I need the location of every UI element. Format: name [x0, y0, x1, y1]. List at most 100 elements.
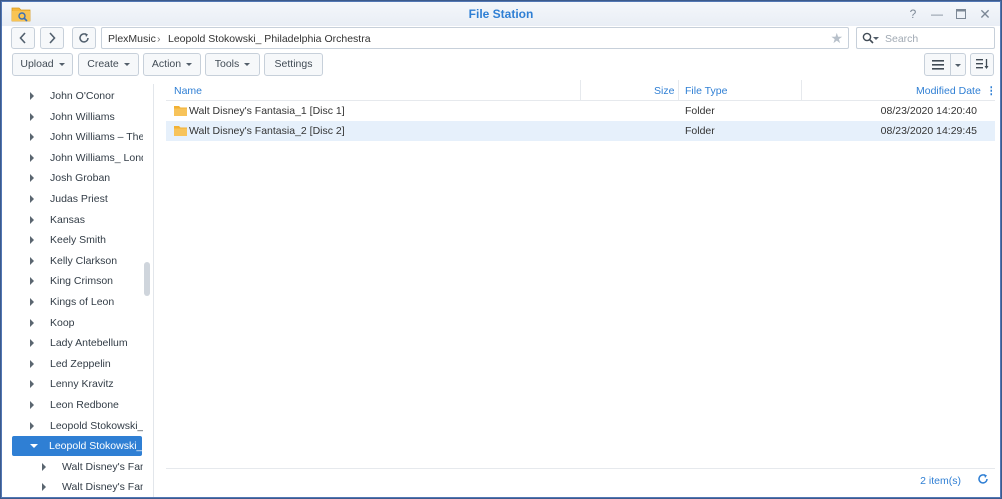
help-icon[interactable]: ? — [905, 6, 921, 22]
status-bar: 2 item(s) — [166, 468, 995, 492]
tree-item-label: John Williams_ Lond — [50, 151, 143, 164]
path-separator-icon: › — [157, 33, 161, 45]
tree-item[interactable]: Walt Disney's Fant — [2, 477, 143, 497]
expand-right-icon[interactable] — [30, 318, 34, 327]
expand-right-icon[interactable] — [30, 277, 34, 286]
expand-right-icon[interactable] — [30, 298, 34, 306]
star-icon[interactable]: ★ — [830, 30, 843, 47]
expand-right-icon[interactable] — [30, 256, 34, 265]
tree-item[interactable]: Walt Disney's Fant — [2, 457, 143, 477]
tree-item-label: John Williams — [50, 110, 115, 123]
search-input[interactable]: Search — [885, 33, 918, 45]
sidebar-scrollbar[interactable] — [144, 262, 150, 296]
minimize-icon[interactable]: — — [929, 6, 945, 22]
tree-item[interactable]: Leon Redbone — [2, 395, 143, 415]
search-box[interactable]: Search — [856, 27, 995, 49]
tree-item[interactable]: Judas Priest — [2, 189, 143, 209]
refresh-icon — [79, 33, 89, 43]
column-size[interactable]: Size — [654, 85, 674, 97]
tree-item-label: Koop — [50, 316, 75, 329]
expand-right-icon[interactable] — [42, 462, 46, 471]
maximize-icon[interactable] — [953, 6, 969, 22]
tree-item[interactable]: Kelly Clarkson — [2, 251, 143, 271]
sort-button[interactable] — [970, 53, 994, 76]
tree-item[interactable]: Kings of Leon — [2, 292, 143, 312]
chevron-down-icon — [186, 62, 193, 66]
tree-item[interactable]: Leopold Stokowski_ B — [2, 416, 143, 436]
expand-right-icon[interactable] — [30, 421, 34, 430]
expand-down-icon[interactable] — [30, 444, 38, 449]
tools-button[interactable]: Tools — [205, 53, 260, 76]
chevron-down-icon — [244, 62, 251, 66]
column-file-type[interactable]: File Type — [685, 85, 727, 97]
tree-item-label: John Williams – The — [50, 131, 143, 144]
expand-right-icon[interactable] — [30, 380, 34, 389]
expand-right-icon[interactable] — [30, 112, 34, 121]
view-options-button[interactable] — [950, 53, 966, 76]
tree-item-label: Kelly Clarkson — [50, 254, 118, 267]
tree-item[interactable]: Kansas — [2, 210, 143, 230]
back-button[interactable] — [11, 27, 35, 49]
chevron-down-icon — [58, 62, 65, 66]
tree-item[interactable]: John Williams — [2, 107, 143, 127]
tree-item[interactable]: Leopold Stokowski_ — [12, 436, 142, 457]
chevron-left-icon — [19, 32, 26, 44]
expand-right-icon[interactable] — [30, 401, 34, 409]
upload-button[interactable]: Upload — [12, 53, 73, 76]
chevron-right-icon — [49, 32, 56, 44]
tree-item-label: Leopold Stokowski_ B — [50, 419, 143, 432]
table-row[interactable]: Walt Disney's Fantasia_1 [Disc 1] Folder 0… — [166, 101, 995, 121]
folder-icon — [174, 106, 187, 116]
create-button-label: Create — [87, 58, 119, 70]
refresh-list-icon[interactable] — [977, 473, 989, 488]
expand-right-icon[interactable] — [30, 153, 34, 162]
search-options-icon[interactable] — [873, 37, 879, 40]
tree-item[interactable]: John Williams_ Lond — [2, 148, 143, 168]
expand-right-icon[interactable] — [30, 215, 34, 224]
tree-item[interactable]: Lady Antebellum — [2, 333, 143, 353]
expand-right-icon[interactable] — [30, 133, 34, 142]
column-options-icon[interactable]: ⋮ — [986, 85, 997, 97]
settings-button-label: Settings — [274, 58, 313, 70]
file-modified-date: 08/23/2020 14:29:45 — [880, 125, 977, 137]
tree-item[interactable]: John O'Conor — [2, 86, 143, 106]
expand-right-icon[interactable] — [30, 195, 34, 203]
tree-item[interactable]: Led Zeppelin — [2, 354, 143, 374]
tree-item[interactable]: King Crimson — [2, 271, 143, 291]
tree-item-label: Judas Priest — [50, 193, 108, 205]
create-button[interactable]: Create — [78, 53, 139, 76]
tree-item[interactable]: Koop — [2, 313, 143, 333]
expand-right-icon[interactable] — [30, 92, 34, 100]
list-icon — [932, 60, 944, 70]
list-view-button[interactable] — [924, 53, 951, 76]
refresh-button[interactable] — [72, 27, 96, 49]
column-header: Name Size File Type Modified Date ⋮ — [166, 80, 997, 101]
tree-item[interactable]: Josh Groban — [2, 168, 143, 188]
settings-button[interactable]: Settings — [264, 53, 323, 76]
expand-right-icon[interactable] — [30, 236, 34, 245]
action-button[interactable]: Action — [143, 53, 201, 76]
tree-item-label: Led Zeppelin — [50, 357, 111, 370]
table-row[interactable]: Walt Disney's Fantasia_2 [Disc 2] Folder 0… — [166, 121, 995, 141]
tree-item[interactable]: John Williams – The — [2, 127, 143, 147]
path-segment-root[interactable]: PlexMusic — [108, 33, 156, 45]
tree-item[interactable]: Lenny Kravitz — [2, 374, 143, 394]
forward-button[interactable] — [40, 27, 64, 49]
tree-item-label: Leopold Stokowski_ — [49, 440, 142, 453]
path-bar[interactable]: PlexMusic › Leopold Stokowski_ Philadelp… — [101, 27, 849, 49]
folder-tree: John O'Conor John Williams John Williams –… — [2, 84, 154, 497]
path-segment-current[interactable]: Leopold Stokowski_ Philadelphia Orchestr… — [168, 33, 371, 45]
tree-item-label: Kansas — [50, 213, 86, 226]
expand-right-icon[interactable] — [42, 483, 46, 492]
expand-right-icon[interactable] — [30, 339, 34, 348]
file-modified-date: 08/23/2020 14:20:40 — [880, 105, 977, 117]
tree-item-label: John O'Conor — [50, 90, 115, 102]
column-name[interactable]: Name — [174, 85, 202, 97]
expand-right-icon[interactable] — [30, 359, 34, 368]
close-icon[interactable]: ✕ — [977, 6, 993, 22]
tree-item[interactable]: Keely Smith — [2, 230, 143, 250]
column-divider — [801, 80, 802, 101]
window-title: File Station — [468, 7, 534, 21]
column-modified-date[interactable]: Modified Date — [916, 85, 981, 97]
expand-right-icon[interactable] — [30, 174, 34, 183]
